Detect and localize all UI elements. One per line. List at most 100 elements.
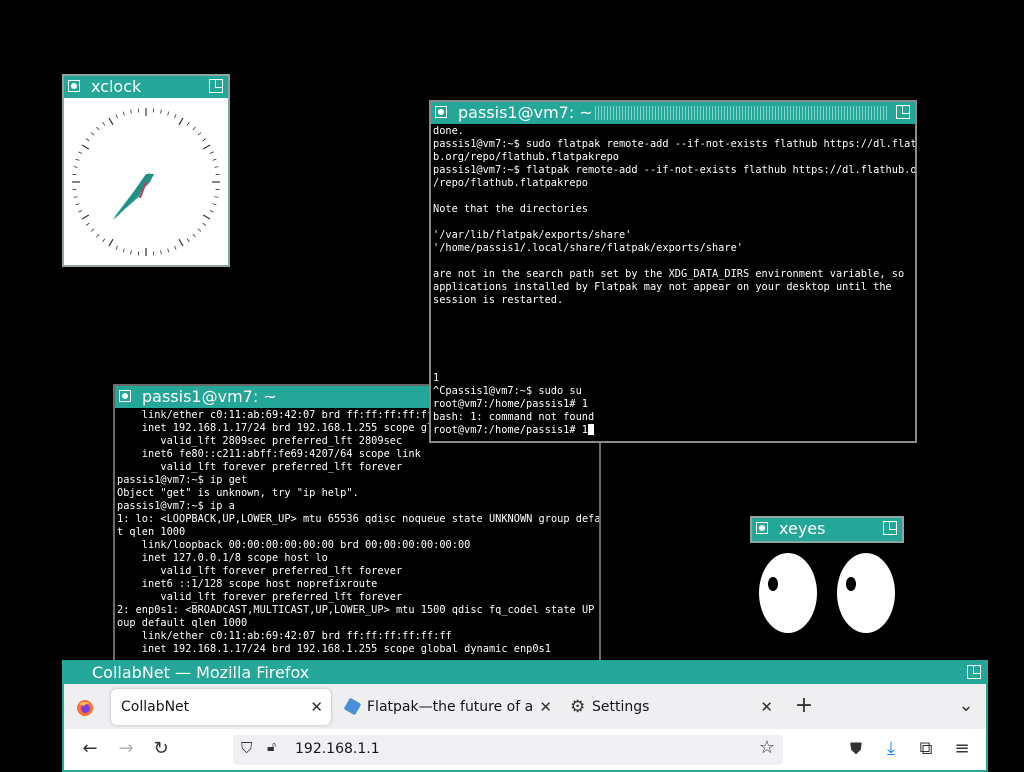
terminal-line [433,307,913,320]
xeyes-title: xeyes [779,518,825,540]
clock-tick [179,118,183,125]
window-menu-icon[interactable] [756,522,768,534]
terminal-1-output[interactable]: done.passis1@vm7:~$ sudo flatpak remote-… [431,124,915,441]
tracking-protection-icon[interactable]: ⛉ [241,739,252,757]
clock-tick [168,249,169,253]
terminal-line: session is restarted. [433,294,913,307]
maximize-icon[interactable] [883,521,897,535]
terminal-line: ^Cpassis1@vm7:~$ sudo su [433,385,913,398]
clock-tick [78,211,82,213]
maximize-icon[interactable] [896,105,910,119]
terminal-line: '/home/passis1/.local/share/flatpak/expo… [433,242,913,255]
clock-tick [175,114,177,118]
clock-tick [109,239,113,246]
back-icon[interactable]: ← [78,737,102,761]
list-all-tabs-icon[interactable]: ⌄ [954,694,978,718]
insecure-lock-icon[interactable]: 🔓︎ [267,739,276,755]
firefox-titlebar[interactable]: CollabNet — Mozilla Firefox [64,662,986,684]
terminal-line: link/ether c0:11:ab:69:42:07 brd ff:ff:f… [117,630,597,643]
forward-icon[interactable]: → [114,737,138,761]
minute-hand [114,174,154,220]
terminal-line: valid_lft forever preferred_lft forever [117,565,597,578]
clock-tick [215,167,219,168]
clock-tick [109,118,113,125]
tab-settings[interactable]: ⚙ Settings ✕ [564,689,779,725]
pocket-icon[interactable]: ⛊ [844,737,868,761]
xeyes-titlebar[interactable]: xeyes [752,518,902,540]
terminal-line: done. [433,125,913,138]
clock-tick [161,110,162,114]
clock-tick [179,239,183,246]
clock-tick [82,215,89,219]
terminal-line [433,333,913,346]
terminal-line: Object "get" is unknown, try "ip help". [117,487,597,500]
titlebar-drag-area[interactable] [595,106,887,120]
clock-tick [97,234,100,237]
close-tab-icon[interactable]: ✕ [539,689,552,725]
terminal-line [433,320,913,333]
clock-tick [198,229,201,232]
clock-tick [74,167,78,168]
terminal-line: valid_lft forever preferred_lft forever [117,591,597,604]
maximize-icon[interactable] [209,79,223,93]
clock-tick [213,204,217,205]
clock-tick [210,211,214,213]
xeyes-titlebar-frame[interactable]: xeyes [750,516,904,543]
maximize-icon[interactable] [967,665,981,679]
close-tab-icon[interactable]: ✕ [760,689,773,725]
tab-collabnet[interactable]: CollabNet ✕ [111,689,331,725]
xclock-titlebar[interactable]: xclock [64,76,228,98]
tab-flatpak[interactable]: Flatpak—the future of ap ✕ [340,689,552,725]
xclock-title: xclock [91,76,141,98]
xclock-window[interactable]: xclock [62,74,230,267]
terminal-line [433,255,913,268]
terminal-line: passis1@vm7:~$ sudo flatpak remote-add -… [433,138,913,151]
terminal-1-titlebar[interactable]: passis1@vm7: ~ [431,102,915,124]
terminal-2-title: passis1@vm7: ~ [142,386,277,408]
navigation-toolbar: ← → ↻ ⛉ 🔓︎ 192.168.1.1 ☆ ⛊ ⤓ ⧉ ≡ [64,729,986,769]
terminal-line: root@vm7:/home/passis1# 1 [433,398,913,411]
clock-tick [187,239,189,242]
reload-icon[interactable]: ↻ [149,737,173,761]
clock-tick [91,133,94,136]
url-text[interactable]: 192.168.1.1 [295,741,380,757]
clock-tick [187,122,189,125]
window-menu-icon[interactable] [435,106,447,118]
terminal-line: '/var/lib/flatpak/exports/share' [433,229,913,242]
tab-label: Flatpak—the future of ap [367,689,532,725]
bookmark-star-icon[interactable]: ☆ [759,737,775,758]
firefox-window[interactable]: CollabNet — Mozilla Firefox CollabNet ✕ … [62,660,988,772]
close-tab-icon[interactable]: ✕ [310,689,323,725]
window-menu-icon[interactable] [68,80,80,92]
firefox-title: CollabNet — Mozilla Firefox [92,662,309,684]
clock-tick [203,145,210,149]
new-tab-icon[interactable]: + [792,694,816,718]
downloads-icon[interactable]: ⤓ [879,737,903,761]
menu-icon[interactable]: ≡ [950,737,974,761]
clock-tick [97,127,100,130]
terminal-line [433,346,913,359]
left-eye [759,553,817,633]
window-menu-icon[interactable] [119,390,131,402]
extensions-icon[interactable]: ⧉ [914,737,938,761]
flatpak-icon [344,698,362,716]
xeyes-eyes [752,546,904,638]
terminal-2-output[interactable]: link/ether c0:11:ab:69:42:07 brd ff:ff:f… [115,408,599,672]
terminal-line: /repo/flathub.flatpakrepo [433,177,913,190]
terminal-window-1[interactable]: passis1@vm7: ~ done.passis1@vm7:~$ sudo … [429,100,917,443]
clock-tick [103,122,105,125]
terminal-line: 2: enp0s1: <BROADCAST,MULTICAST,UP,LOWER… [117,604,597,617]
clock-tick [116,246,118,250]
gear-icon: ⚙ [570,689,585,725]
clock-tick [76,159,80,160]
right-eye [837,553,895,633]
terminal-line [433,359,913,372]
terminal-prompt-line: root@vm7:/home/passis1# 1 [433,424,913,437]
clock-tick [175,246,177,250]
clock-face [64,98,228,265]
firefox-logo-icon[interactable] [76,699,94,717]
tab-strip: CollabNet ✕ Flatpak—the future of ap ✕ ⚙… [64,684,986,729]
url-bar[interactable]: ⛉ 🔓︎ 192.168.1.1 ☆ [233,735,783,765]
clock-tick [116,114,118,118]
clock-tick [74,197,78,198]
